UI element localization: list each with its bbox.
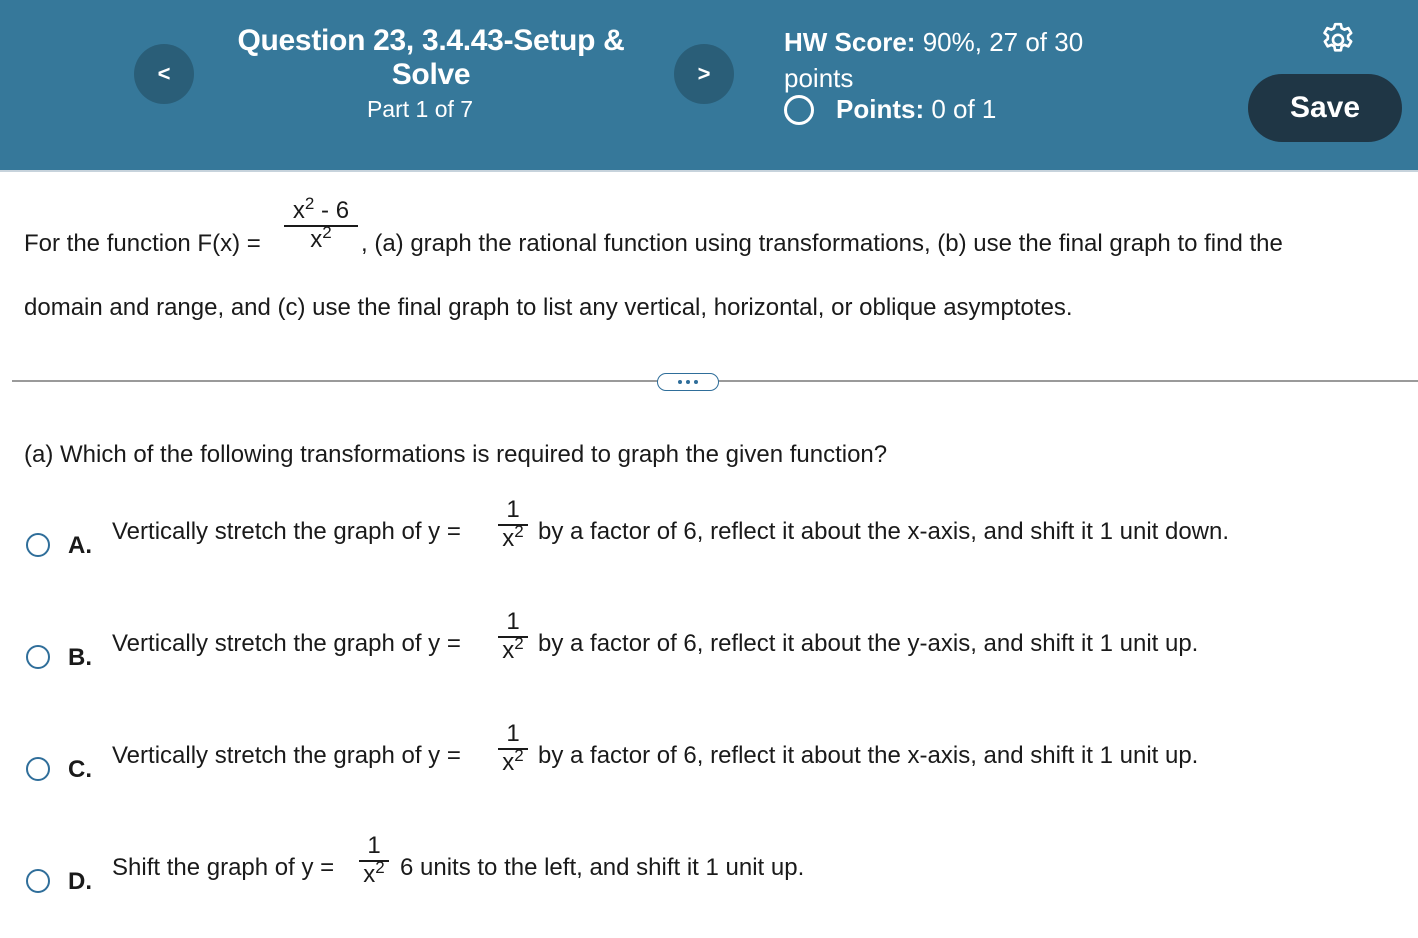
radio-icon[interactable] — [26, 757, 50, 781]
problem-prefix: For the function F(x) = — [24, 230, 261, 257]
more-button[interactable] — [657, 373, 719, 391]
option-text-before: Vertically stretch the graph of y = — [112, 742, 461, 769]
option-text-after: by a factor of 6, reflect it about the y… — [538, 630, 1199, 657]
ellipsis-icon — [678, 380, 682, 384]
next-question-button[interactable]: > — [674, 44, 734, 104]
option-text-before: Shift the graph of y = — [112, 854, 335, 881]
radio-icon[interactable] — [26, 645, 50, 669]
option-fraction: 1 x2 — [498, 608, 528, 664]
option-letter: A. — [68, 532, 92, 559]
gear-icon[interactable] — [1318, 20, 1358, 60]
option-a[interactable]: A. Vertically stretch the graph of y = 1… — [26, 490, 1326, 580]
option-text-after: by a factor of 6, reflect it about the x… — [538, 518, 1230, 545]
function-fraction: x2 - 6 x2 — [284, 195, 358, 253]
question-text: (a) Which of the following transformatio… — [24, 441, 888, 468]
header-divider — [0, 170, 1418, 172]
radio-icon[interactable] — [26, 869, 50, 893]
chevron-left-icon: < — [157, 61, 171, 86]
previous-question-button[interactable]: < — [134, 44, 194, 104]
option-b[interactable]: B. Vertically stretch the graph of y = 1… — [26, 602, 1326, 692]
hw-score: HW Score: 90%, 27 of 30 points — [784, 27, 1084, 93]
points-status: Points: 0 of 1 — [784, 94, 996, 125]
radio-icon[interactable] — [26, 533, 50, 557]
option-fraction: 1 x2 — [498, 496, 528, 552]
option-fraction: 1 x2 — [359, 832, 389, 888]
option-text-after: 6 units to the left, and shift it 1 unit… — [400, 854, 805, 881]
option-text-after: by a factor of 6, reflect it about the x… — [538, 742, 1199, 769]
option-fraction: 1 x2 — [498, 720, 528, 776]
option-text-before: Vertically stretch the graph of y = — [112, 630, 461, 657]
status-circle-icon — [784, 94, 814, 125]
option-text-before: Vertically stretch the graph of y = — [112, 518, 461, 545]
option-letter: D. — [68, 868, 92, 895]
option-d[interactable]: D. Shift the graph of y = 1 x2 6 units t… — [26, 826, 926, 916]
option-letter: C. — [68, 756, 92, 783]
problem-suffix: , (a) graph the rational function using … — [361, 230, 1283, 257]
option-letter: B. — [68, 644, 92, 671]
problem-line-2: domain and range, and (c) use the final … — [24, 294, 1073, 321]
question-part: Part 1 of 7 — [366, 96, 474, 122]
question-title: Question 23, 3.4.43-Setup & Solve — [237, 24, 625, 91]
save-button[interactable]: Save — [1248, 74, 1402, 142]
chevron-right-icon: > — [697, 61, 711, 86]
option-c[interactable]: C. Vertically stretch the graph of y = 1… — [26, 714, 1326, 804]
header-bar: < Question 23, 3.4.43-Setup & Solve Part… — [0, 0, 1418, 170]
